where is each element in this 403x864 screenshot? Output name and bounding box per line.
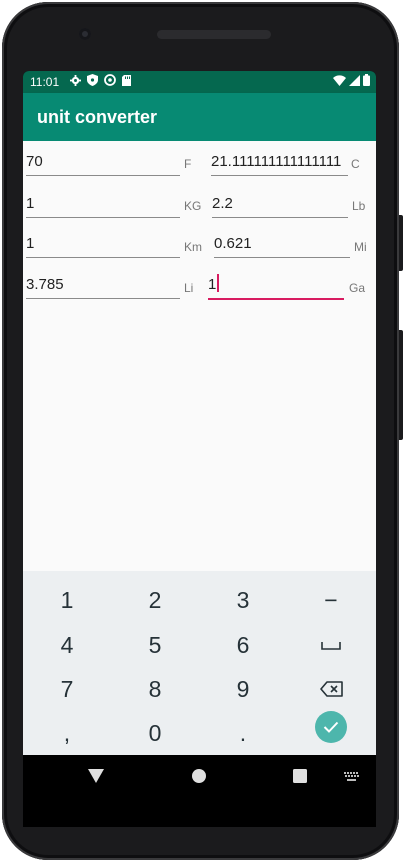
- fahrenheit-unit-label: F: [184, 157, 192, 171]
- kilogram-input[interactable]: 1: [26, 193, 180, 218]
- key-enter[interactable]: [287, 705, 375, 749]
- sync-icon: [104, 74, 116, 86]
- navigation-bar: [23, 755, 376, 827]
- battery-icon: [363, 74, 370, 86]
- key-4[interactable]: 4: [23, 623, 111, 667]
- converter-form: 70 F 21.111111111111111 C 1 KG 2.2 Lb 1 …: [23, 141, 376, 571]
- wifi-icon: [333, 74, 346, 86]
- key-8[interactable]: 8: [111, 667, 199, 711]
- status-system-icons: [333, 74, 370, 86]
- key-space[interactable]: [287, 623, 375, 667]
- key-0[interactable]: 0: [111, 711, 199, 755]
- gallon-input[interactable]: 1: [208, 274, 344, 300]
- volume-button: [399, 215, 403, 271]
- app-bar: unit converter: [23, 93, 376, 141]
- key-9[interactable]: 9: [199, 667, 287, 711]
- pound-input[interactable]: 2.2: [212, 193, 348, 218]
- back-icon[interactable]: [88, 769, 104, 783]
- backspace-icon: [319, 681, 343, 697]
- kilometer-input[interactable]: 1: [26, 233, 180, 258]
- kilometer-unit-label: Km: [184, 240, 202, 254]
- shield-icon: [87, 74, 98, 86]
- keyboard-switch-icon[interactable]: [344, 772, 360, 782]
- key-period[interactable]: .: [199, 711, 287, 755]
- key-comma[interactable]: ,: [23, 711, 111, 755]
- checkmark-icon: [323, 721, 339, 733]
- celsius-unit-label: C: [351, 157, 360, 171]
- fahrenheit-input[interactable]: 70: [26, 151, 180, 176]
- key-1[interactable]: 1: [23, 578, 111, 622]
- numeric-keyboard: 1 2 3 − 4 5 6 7 8 9 , 0 .: [23, 571, 376, 755]
- phone-frame: 11:01 unit converter 70 F 21.11111111111…: [0, 0, 403, 864]
- mile-input[interactable]: 0.621: [214, 233, 350, 258]
- status-time: 11:01: [30, 75, 60, 89]
- liter-input[interactable]: 3.785: [26, 274, 180, 299]
- recents-icon[interactable]: [293, 769, 307, 783]
- key-6[interactable]: 6: [199, 623, 287, 667]
- key-2[interactable]: 2: [111, 578, 199, 622]
- liter-unit-label: Li: [184, 281, 194, 295]
- mile-unit-label: Mi: [354, 240, 367, 254]
- key-7[interactable]: 7: [23, 667, 111, 711]
- key-5[interactable]: 5: [111, 623, 199, 667]
- gear-icon: [70, 74, 81, 86]
- space-icon: [321, 641, 341, 650]
- home-icon[interactable]: [192, 769, 206, 783]
- text-cursor: [217, 274, 220, 292]
- power-button: [399, 330, 403, 440]
- app-title: unit converter: [37, 107, 158, 127]
- status-bar: 11:01: [23, 71, 376, 93]
- gallon-unit-label: Ga: [349, 281, 366, 295]
- status-notification-icons: [70, 74, 131, 86]
- front-camera: [79, 28, 91, 40]
- signal-icon: [349, 74, 360, 86]
- earpiece-speaker: [157, 30, 271, 39]
- kilogram-unit-label: KG: [184, 199, 202, 213]
- pound-unit-label: Lb: [352, 199, 366, 213]
- celsius-input[interactable]: 21.111111111111111: [211, 151, 348, 176]
- enter-key-circle: [315, 711, 347, 743]
- gallon-input-value: 1: [208, 276, 217, 293]
- sd-card-icon: [122, 74, 131, 86]
- key-minus[interactable]: −: [287, 578, 375, 622]
- screen: 11:01 unit converter 70 F 21.11111111111…: [23, 71, 376, 827]
- key-3[interactable]: 3: [199, 578, 287, 622]
